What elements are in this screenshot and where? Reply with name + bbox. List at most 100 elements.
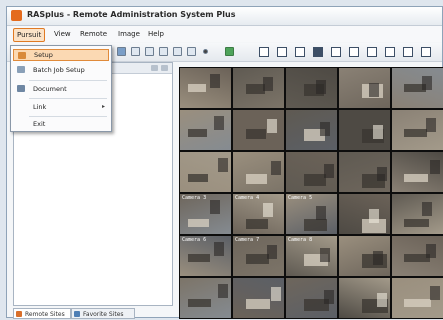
layout-custom-icon[interactable] <box>367 47 377 57</box>
menu-image[interactable]: Image <box>115 28 143 40</box>
panel-tabs: Remote Sites Favorite Sites <box>13 308 173 319</box>
layout-1x1-icon[interactable] <box>259 47 269 57</box>
scene-object <box>271 287 281 301</box>
layout-wide-icon[interactable] <box>385 47 395 57</box>
camera-feed-tile[interactable] <box>232 151 285 193</box>
menu-pursuit[interactable]: Pursuit <box>13 28 46 42</box>
camera-feed-tile[interactable] <box>391 67 443 109</box>
camera-feed-tile[interactable] <box>179 109 232 151</box>
menu-item-batch-job-label: Batch Job Setup <box>33 66 85 74</box>
scene-object <box>188 84 206 92</box>
menu-separator <box>29 80 107 81</box>
layout-6x6-icon[interactable] <box>349 47 359 57</box>
layout-5x5-icon[interactable] <box>331 47 341 57</box>
camera-feed-tile[interactable] <box>338 109 391 151</box>
scene-object <box>316 80 326 94</box>
camera-feed-tile[interactable]: Camera 6 <box>179 235 232 277</box>
toolbar-dot-icon[interactable] <box>203 49 208 54</box>
camera-feed-tile[interactable] <box>232 109 285 151</box>
menu-view[interactable]: View <box>51 28 74 40</box>
scene-object <box>320 248 330 262</box>
camera-feed-tile[interactable] <box>338 67 391 109</box>
camera-feed-tile[interactable]: Camera 5 <box>285 193 338 235</box>
camera-feed-tile[interactable] <box>179 151 232 193</box>
scene-object <box>267 119 277 133</box>
toolbar-connect-icon[interactable] <box>117 47 126 56</box>
favorite-sites-icon <box>74 311 80 317</box>
camera-feed-tile[interactable] <box>232 67 285 109</box>
video-grid: Camera 3 Camera 4 Camera 5 Camera 6 Camera 7… <box>179 67 443 319</box>
camera-feed-tile[interactable]: Camera 3 <box>179 193 232 235</box>
layout-split-icon[interactable] <box>403 47 413 57</box>
scene-object <box>324 290 334 304</box>
scene-object <box>246 219 268 229</box>
scene-object <box>246 174 267 184</box>
fullscreen-icon[interactable] <box>421 47 431 57</box>
scene-object <box>369 83 379 97</box>
setup-icon <box>18 52 26 59</box>
menu-item-batch-job-setup[interactable]: Batch Job Setup <box>13 64 109 76</box>
camera-feed-tile[interactable] <box>338 151 391 193</box>
camera-feed-tile[interactable] <box>285 151 338 193</box>
camera-feed-tile[interactable] <box>391 151 443 193</box>
scene-object <box>188 129 207 137</box>
tab-favorite-sites-label: Favorite Sites <box>83 311 124 318</box>
toolbar-capture-icon[interactable] <box>187 47 196 56</box>
menu-remote[interactable]: Remote <box>77 28 110 40</box>
camera-feed-tile[interactable]: Camera 7 <box>232 235 285 277</box>
layout-3x3-icon[interactable] <box>295 47 305 57</box>
scene-object <box>218 158 228 172</box>
toolbar-search-icon[interactable] <box>145 47 154 56</box>
menu-item-exit[interactable]: Exit <box>13 118 109 130</box>
menu-item-link-label: Link <box>33 103 47 111</box>
scene-object <box>320 122 330 136</box>
menu-item-link[interactable]: Link ▸ <box>13 101 109 113</box>
camera-feed-tile[interactable] <box>338 193 391 235</box>
scene-object <box>377 293 387 307</box>
scene-object <box>218 284 228 298</box>
submenu-arrow-icon: ▸ <box>101 103 105 110</box>
camera-feed-tile[interactable] <box>391 277 443 319</box>
panel-pin-icon[interactable] <box>151 65 158 71</box>
camera-feed-tile[interactable] <box>285 67 338 109</box>
camera-label: Camera 8 <box>288 237 313 243</box>
scene-object <box>404 174 428 182</box>
camera-feed-tile[interactable] <box>391 109 443 151</box>
camera-feed-tile[interactable] <box>285 277 338 319</box>
tab-remote-sites[interactable]: Remote Sites <box>13 308 71 319</box>
layout-2x2-icon[interactable] <box>277 47 287 57</box>
scene-object <box>369 209 379 223</box>
scene-object <box>377 167 387 181</box>
menu-item-setup[interactable]: Setup <box>13 49 109 61</box>
toolbar-record-icon[interactable] <box>159 47 168 56</box>
panel-close-icon[interactable] <box>161 65 168 71</box>
menu-item-setup-label: Setup <box>34 51 53 59</box>
camera-feed-tile[interactable] <box>232 277 285 319</box>
tab-remote-sites-label: Remote Sites <box>25 311 65 318</box>
camera-feed-tile[interactable] <box>338 235 391 277</box>
scene-object <box>324 164 334 178</box>
camera-feed-tile[interactable] <box>179 67 232 109</box>
scene-object <box>210 74 220 88</box>
camera-feed-tile[interactable]: Camera 8 <box>285 235 338 277</box>
camera-feed-tile[interactable] <box>391 193 443 235</box>
app-logo-icon <box>11 10 22 21</box>
camera-feed-tile[interactable] <box>391 235 443 277</box>
camera-feed-tile[interactable] <box>338 277 391 319</box>
toolbar-disconnect-icon[interactable] <box>131 47 140 56</box>
layout-4x4-icon[interactable] <box>313 47 323 57</box>
toolbar-camera-icon[interactable] <box>173 47 182 56</box>
camera-feed-tile[interactable] <box>285 109 338 151</box>
menu-item-document[interactable]: Document <box>13 83 109 95</box>
tab-favorite-sites[interactable]: Favorite Sites <box>71 308 135 319</box>
title-bar: RASplus - Remote Administration System P… <box>7 7 442 26</box>
scene-object <box>304 219 327 231</box>
scene-object <box>188 219 209 227</box>
scene-object <box>404 129 427 137</box>
scene-object <box>426 118 436 132</box>
camera-feed-tile[interactable] <box>179 277 232 319</box>
scene-object <box>404 219 429 227</box>
menu-help[interactable]: Help <box>145 28 167 40</box>
camera-feed-tile[interactable]: Camera 4 <box>232 193 285 235</box>
toolbar-play-icon[interactable] <box>225 47 234 56</box>
